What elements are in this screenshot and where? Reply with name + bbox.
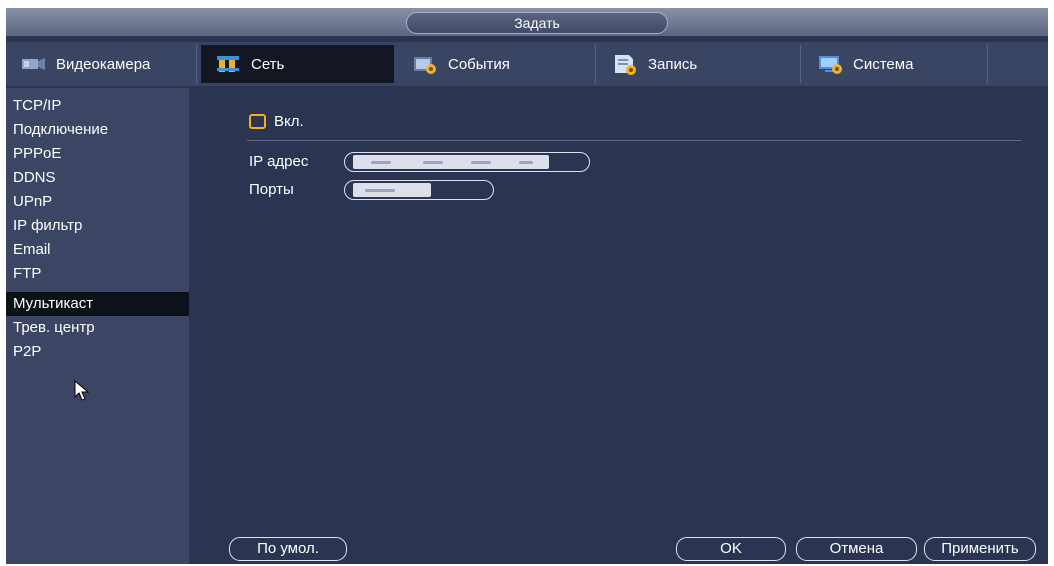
tab-network-label: Сеть [251,55,285,73]
events-icon [414,57,436,74]
tab-record-label: Запись [648,55,698,73]
enable-checkbox[interactable] [249,114,266,129]
network-icon [217,56,239,72]
ip-address-label: IP адрес [249,153,309,170]
default-button[interactable]: По умол. [229,537,347,561]
record-icon [615,55,636,75]
cancel-button[interactable]: Отмена [796,537,917,561]
ip-address-value-redacted [353,155,549,169]
ip-address-input[interactable] [344,152,590,172]
mouse-cursor-icon [74,380,90,401]
tab-events[interactable]: События [398,45,596,83]
sidebar-item-connection[interactable]: Подключение [6,118,189,142]
tab-events-label: События [448,55,510,73]
ports-input[interactable] [344,180,494,200]
sidebar-item-email[interactable]: Email [6,238,189,262]
sidebar-item-ddns[interactable]: DDNS [6,166,189,190]
apply-button[interactable]: Применить [924,537,1036,561]
tab-bar: Видеокамера Сеть События Запись Система [6,42,1048,86]
divider [247,140,1022,141]
sidebar-item-tcpip[interactable]: TCP/IP [6,94,189,118]
sidebar-item-upnp[interactable]: UPnP [6,190,189,214]
window-title: Задать [406,12,668,34]
settings-window: Задать Видеокамера Сеть События Запись С… [6,8,1048,564]
ports-label: Порты [249,181,294,198]
sidebar-item-alarm-center[interactable]: Трев. центр [6,316,189,340]
sidebar-item-p2p[interactable]: P2P [6,340,189,364]
multicast-panel: Вкл. IP адрес Порты По умол. OK Отмена П… [189,88,1048,564]
sidebar-item-multicast[interactable]: Мультикаст [6,292,189,316]
tab-network[interactable]: Сеть [201,45,394,83]
camera-icon [22,58,45,70]
title-bar: Задать [6,8,1048,36]
system-icon [819,56,842,74]
sidebar-item-ftp[interactable]: FTP [6,262,189,286]
tab-system-label: Система [853,55,914,73]
sidebar-item-pppoe[interactable]: PPPoE [6,142,189,166]
ok-button[interactable]: OK [676,537,786,561]
enable-label: Вкл. [274,113,304,130]
sidebar-item-ip-filter[interactable]: IP фильтр [6,214,189,238]
tab-camera[interactable]: Видеокамера [6,45,197,83]
tab-record[interactable]: Запись [598,45,801,83]
tab-system[interactable]: Система [803,45,988,83]
tab-camera-label: Видеокамера [56,55,151,73]
ports-value-redacted [353,183,431,197]
sidebar: TCP/IP Подключение PPPoE DDNS UPnP IP фи… [6,88,189,564]
